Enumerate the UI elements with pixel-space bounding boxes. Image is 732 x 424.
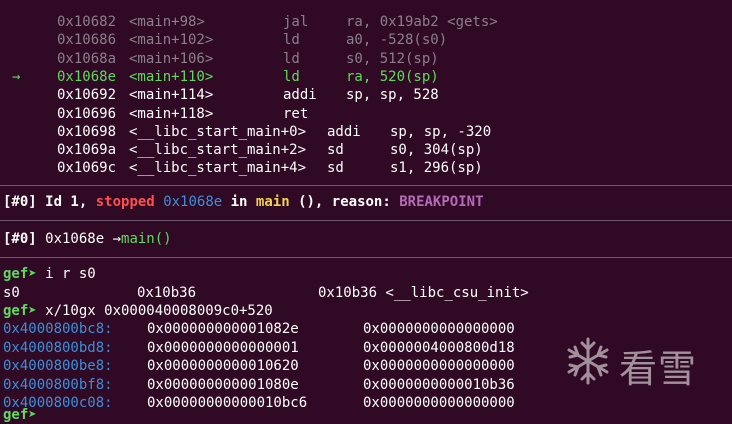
separator-threads [0,185,732,186]
thread-status: stopped [95,194,155,210]
instruction-symbol: <main+98> [129,14,205,30]
prompt-line-1: gef➤ i r s0 [3,265,96,283]
memory-value: 0x0000000000000001 [147,339,299,356]
trace-arrow-icon: → [112,231,122,247]
register-symbol: 0x10b36 <__libc_csu_init> [318,285,529,301]
snowflake-icon [567,337,609,385]
instruction-opcode: addi [283,87,317,104]
memory-address: 0x4000800bd8: [3,339,113,356]
memory-value: 0x0000004000800d18 [363,339,515,356]
instruction-operands: sp, sp, 528 [346,87,439,104]
instruction-opcode: ret [283,105,309,122]
disasm-row: 0x10686 <main+102> ld a0, -528(s0) [0,31,732,49]
instruction-opcode: jal [283,14,309,30]
instruction-address: 0x1068e [57,68,117,85]
separator-end [0,257,732,258]
instruction-symbol: <main+110> [129,68,214,85]
separator-trace [0,220,732,221]
instruction-symbol: <main+102> [129,32,214,49]
instruction-symbol: <main+118> [129,105,214,122]
instruction-opcode: sd [327,142,344,159]
trace-address: 0x1068e [36,231,113,247]
memory-address: 0x4000800bc8: [3,321,113,337]
instruction-address: 0x10696 [57,105,117,122]
disasm-row: → 0x1068e <main+110> ld ra, 520(sp) [0,68,732,86]
watermark-text: 看雪 [619,347,698,391]
memory-value: 0x000000000001080e [147,376,299,393]
instruction-address: 0x10686 [57,32,117,49]
trace-function: main() [121,231,172,247]
prompt-line-3: gef➤ [3,406,37,424]
gef-prompt: gef➤ [3,303,37,319]
instruction-symbol: <main+106> [129,50,214,67]
thread-prefix: [#0] [3,194,37,210]
thread-address: 0x1068e [163,194,223,210]
gef-prompt: gef➤ [3,266,37,282]
instruction-address: 0x1068a [57,50,117,67]
disasm-row: 0x10682 <main+98> jal ra, 0x19ab2 <gets> [0,13,732,31]
instruction-symbol: <main+114> [129,87,214,104]
disasm-row: 0x1068a <main+106> ld s0, 512(sp) [0,50,732,68]
instruction-symbol: <__libc_start_main+0> [129,123,307,140]
register-hex: 0x10b36 [137,285,197,301]
memory-value: 0x0000000000000000 [363,321,515,337]
thread-reason-label: (), reason: [289,194,400,210]
instruction-opcode: ld [283,32,300,49]
disasm-row: 0x1069a <__libc_start_main+2> sd s0, 304(sp… [0,141,732,159]
trace-prefix: [#0] [3,231,37,247]
register-name: s0 [3,285,20,301]
disasm-row: 0x10692 <main+114> addi sp, sp, 528 [0,86,732,104]
instruction-operands: ra, 0x19ab2 <gets> [346,14,498,30]
instruction-address: 0x10698 [57,123,117,140]
thread-status-line: [#0] Id 1, stopped 0x1068e in main (), r… [3,193,484,211]
instruction-symbol: <__libc_start_main+2> [129,142,307,159]
instruction-opcode: ld [283,50,300,67]
instruction-opcode: sd [327,160,344,177]
memory-row: 0x4000800c08: 0x00000000000010bc6 0x000000… [0,394,732,412]
memory-value: 0x000000000001082e [147,321,299,337]
memory-value: 0x0000000000000000 [363,358,515,374]
trace-line: [#0] 0x1068e →main() [3,230,172,248]
command-text: i r s0 [36,266,96,282]
thread-function: main [255,194,290,210]
instruction-operands: ra, 520(sp) [346,68,439,85]
disasm-row: 0x10696 <main+118> ret [0,105,732,123]
disasm-row: 0x10698 <__libc_start_main+0> addi sp, sp, … [0,123,732,141]
instruction-address: 0x10682 [57,14,117,30]
instruction-operands: s0, 512(sp) [346,50,439,67]
instruction-opcode: ld [283,68,300,85]
memory-value: 0x00000000000010bc6 [147,395,308,411]
instruction-address: 0x10692 [57,87,117,104]
instruction-symbol: <__libc_start_main+4> [129,160,307,177]
instruction-opcode: addi [327,123,361,140]
memory-address: 0x4000800bf8: [3,376,113,393]
thread-in: in [222,194,256,210]
current-instruction-arrow-icon: → [12,68,21,85]
instruction-operands: sp, sp, -320 [390,123,492,140]
register-output: s0 0x10b36 0x10b36 <__libc_csu_init> [3,284,732,302]
instruction-operands: a0, -528(s0) [346,32,448,49]
terminal-window[interactable]: { "disasm": [ {"arrow":"", "addr":"0x106… [0,0,732,423]
kanxue-watermark: 看雪 [562,333,712,391]
instruction-operands: s1, 296(sp) [390,160,483,177]
instruction-operands: s0, 304(sp) [390,142,483,159]
memory-address: 0x4000800be8: [3,358,113,374]
disasm-row: 0x1069c <__libc_start_main+4> sd s1, 296(sp… [0,159,732,177]
memory-value: 0x0000000000000000 [363,395,515,411]
prompt-line-2: gef➤ x/10gx 0x000040008009c0+520 [3,302,273,320]
thread-id: Id 1, [36,194,96,210]
command-text: x/10gx 0x000040008009c0+520 [36,303,273,319]
instruction-address: 0x1069a [57,142,117,159]
memory-value: 0x0000000000010620 [147,358,299,374]
gef-prompt: gef➤ [3,407,37,423]
memory-value: 0x0000000000010b36 [363,376,515,393]
thread-reason: BREAKPOINT [399,194,484,210]
instruction-address: 0x1069c [57,160,117,177]
